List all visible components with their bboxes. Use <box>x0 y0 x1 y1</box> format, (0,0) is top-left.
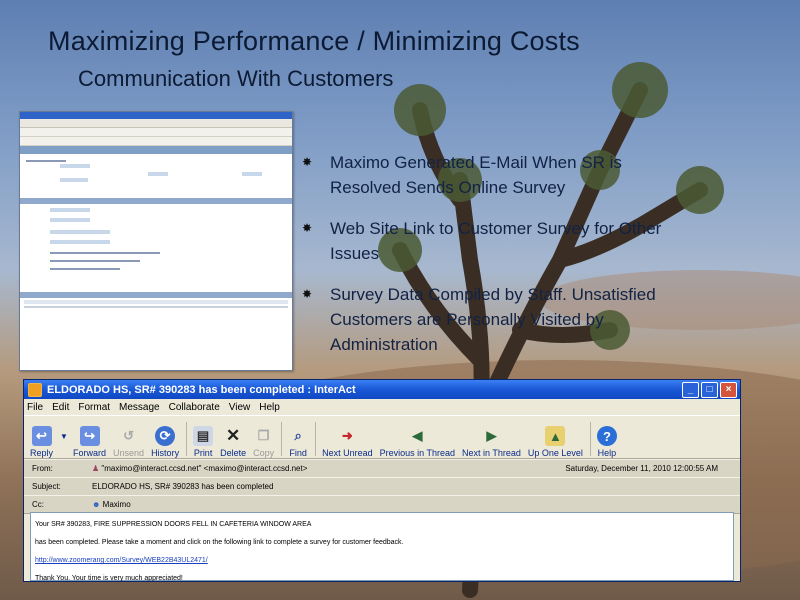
previous-thread-icon: ◀ <box>412 428 423 443</box>
window-title: ELDORADO HS, SR# 390283 has been complet… <box>47 383 356 396</box>
body-line: has been completed. Please take a moment… <box>35 539 404 546</box>
up-one-level-button[interactable]: ▲ Up One Level <box>528 426 583 458</box>
history-button[interactable]: ⟳ History <box>151 426 179 458</box>
minimize-button[interactable]: _ <box>682 382 699 398</box>
print-icon: ▤ <box>193 426 214 446</box>
next-thread-icon: ▶ <box>486 428 497 443</box>
menu-bar: File Edit Format Message Collaborate Vie… <box>24 399 740 415</box>
copy-button[interactable]: ❐ Copy <box>253 426 274 458</box>
bullet-icon: ✸ <box>302 221 313 235</box>
up-level-icon: ▲ <box>545 426 566 446</box>
find-button[interactable]: ⌕ Find <box>288 426 308 458</box>
menu-format[interactable]: Format <box>78 402 110 413</box>
maximize-button[interactable]: □ <box>701 382 718 398</box>
toolbar: ↩ Reply ▼ ↪ Forward ↺ Unsend ⟳ History ▤ Prin… <box>24 415 740 459</box>
person-icon: ♟ <box>92 464 100 473</box>
next-thread-button[interactable]: ▶ Next in Thread <box>462 426 521 458</box>
bullet-icon: ✸ <box>302 155 313 169</box>
bullet-icon: ✸ <box>302 287 313 301</box>
date-value: Saturday, December 11, 2010 12:00:55 AM <box>565 464 718 473</box>
bullet-list: ✸ Maximo Generated E-Mail When SR is Reso… <box>302 150 692 373</box>
maximo-screenshot-thumbnail <box>19 111 293 371</box>
reply-button[interactable]: ↩ Reply <box>30 426 53 458</box>
bullet-item: ✸ Maximo Generated E-Mail When SR is Reso… <box>302 150 692 200</box>
unsend-button[interactable]: ↺ Unsend <box>113 426 144 458</box>
cc-label: Cc: <box>32 500 44 509</box>
message-body[interactable]: Your SR# 390283, FIRE SUPPRESSION DOORS … <box>30 512 734 581</box>
bullet-item: ✸ Survey Data Compiled by Staff. Unsatisf… <box>302 282 692 357</box>
print-button[interactable]: ▤ Print <box>193 426 214 458</box>
slide-subtitle: Communication With Customers <box>78 66 394 91</box>
bullet-item: ✸ Web Site Link to Customer Survey for Ot… <box>302 216 692 266</box>
slide-title: Maximizing Performance / Minimizing Cost… <box>48 26 580 56</box>
forward-icon: ↪ <box>79 426 100 446</box>
from-label: From: <box>32 464 53 473</box>
from-value[interactable]: ♟ "maximo@interact.ccsd.net" <maximo@int… <box>92 464 565 473</box>
chevron-down-icon: ▼ <box>60 431 68 441</box>
find-icon: ⌕ <box>294 428 302 443</box>
group-icon: ☻ <box>92 500 101 509</box>
next-unread-icon: ➜ <box>341 428 353 443</box>
menu-message[interactable]: Message <box>119 402 160 413</box>
menu-collaborate[interactable]: Collaborate <box>169 402 220 413</box>
reply-dropdown[interactable]: ▼ <box>60 426 68 458</box>
message-header: From: ♟ "maximo@interact.ccsd.net" <maxi… <box>24 459 740 514</box>
body-line: Thank You. Your time is very much apprec… <box>35 575 183 582</box>
forward-button[interactable]: ↪ Forward <box>73 426 106 458</box>
previous-thread-button[interactable]: ◀ Previous in Thread <box>380 426 455 458</box>
help-icon: ? <box>596 426 617 446</box>
survey-link[interactable]: http://www.zoomerang.com/Survey/WEB22B43… <box>35 557 208 564</box>
menu-help[interactable]: Help <box>259 402 280 413</box>
email-window: ELDORADO HS, SR# 390283 has been complet… <box>23 379 741 582</box>
copy-icon: ❐ <box>257 428 270 443</box>
delete-button[interactable]: ✕ Delete <box>220 426 246 458</box>
subject-value: ELDORADO HS, SR# 390283 has been complet… <box>92 482 274 491</box>
next-unread-button[interactable]: ➜ Next Unread <box>322 426 373 458</box>
window-titlebar[interactable]: ELDORADO HS, SR# 390283 has been complet… <box>24 380 740 399</box>
body-line: Your SR# 390283, FIRE SUPPRESSION DOORS … <box>35 521 312 528</box>
app-icon <box>28 382 42 397</box>
cc-value[interactable]: ☻ Maximo <box>92 500 740 509</box>
reply-icon: ↩ <box>31 426 52 446</box>
history-icon: ⟳ <box>155 426 176 446</box>
menu-view[interactable]: View <box>229 402 251 413</box>
help-button[interactable]: ? Help <box>596 426 617 458</box>
close-button[interactable]: × <box>720 382 737 398</box>
menu-file[interactable]: File <box>27 402 43 413</box>
unsend-icon: ↺ <box>123 428 134 443</box>
menu-edit[interactable]: Edit <box>52 402 69 413</box>
subject-label: Subject: <box>32 482 61 491</box>
delete-icon: ✕ <box>225 426 241 445</box>
